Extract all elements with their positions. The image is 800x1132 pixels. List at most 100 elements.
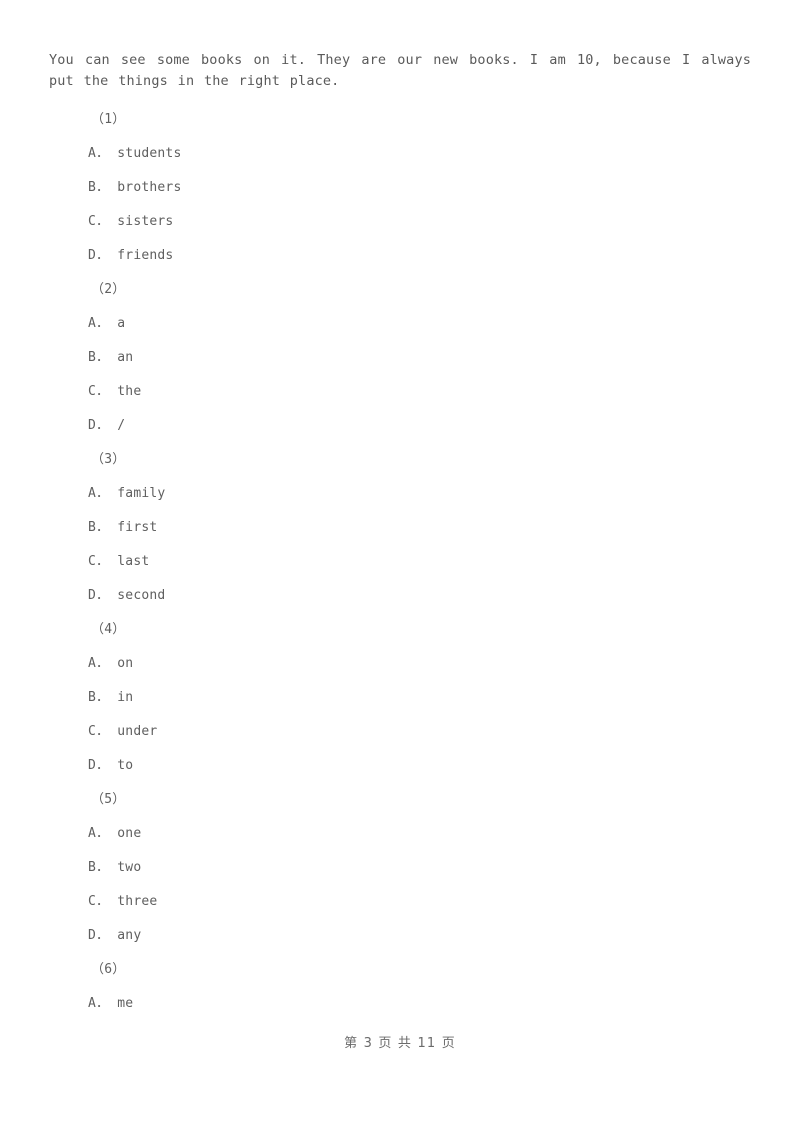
option-letter: B <box>88 350 97 365</box>
option-letter: C <box>88 384 97 399</box>
question-group: （5） A． one B． two C． three D． any <box>49 783 751 953</box>
option-separator: ． <box>96 894 110 909</box>
option-text: first <box>117 520 158 535</box>
option-letter: C <box>88 554 97 569</box>
option-text: the <box>117 384 142 399</box>
option-separator: ． <box>96 350 110 365</box>
option-text: under <box>117 724 158 739</box>
option-text: three <box>117 894 158 909</box>
option-letter: A <box>88 656 97 671</box>
option-letter: A <box>88 486 97 501</box>
option-letter: B <box>88 520 97 535</box>
passage-paragraph: You can see some books on it. They are o… <box>49 52 751 89</box>
option-letter: A <box>88 316 97 331</box>
option-separator: ． <box>96 724 110 739</box>
option-separator: ． <box>96 316 110 331</box>
option-letter: D <box>88 758 97 773</box>
option-row[interactable]: D． any <box>49 919 751 953</box>
option-separator: ． <box>96 520 110 535</box>
document-page: You can see some books on it. They are o… <box>0 0 800 1132</box>
option-letter: D <box>88 928 97 943</box>
page-footer: 第 3 页 共 11 页 <box>344 1036 456 1051</box>
option-row[interactable]: A． students <box>49 137 751 171</box>
option-separator: ． <box>96 826 110 841</box>
option-row[interactable]: D． friends <box>49 239 751 273</box>
question-group: （1） A． students B． brothers C． sisters D． fr… <box>49 103 751 273</box>
option-text: last <box>117 554 150 569</box>
option-text: on <box>117 656 134 671</box>
option-row[interactable]: D． / <box>49 409 751 443</box>
option-text: any <box>117 928 142 943</box>
option-letter: A <box>88 146 97 161</box>
question-group: （4） A． on B． in C． under D． to <box>49 613 751 783</box>
option-letter: C <box>88 214 97 229</box>
option-text: friends <box>117 248 174 263</box>
question-number: （2） <box>91 282 126 297</box>
option-letter: C <box>88 724 97 739</box>
question-number: （3） <box>91 452 126 467</box>
option-row[interactable]: B． two <box>49 851 751 885</box>
option-text: family <box>117 486 166 501</box>
option-text: students <box>117 146 182 161</box>
option-letter: A <box>88 996 97 1011</box>
option-separator: ． <box>96 996 110 1011</box>
option-separator: ． <box>96 928 110 943</box>
option-separator: ． <box>96 758 110 773</box>
option-row[interactable]: C． under <box>49 715 751 749</box>
option-separator: ． <box>96 180 110 195</box>
option-text: a <box>117 316 126 331</box>
option-row[interactable]: C． sisters <box>49 205 751 239</box>
question-number: （1） <box>91 112 126 127</box>
option-text: me <box>117 996 134 1011</box>
question-group: （3） A． family B． first C． last D． second <box>49 443 751 613</box>
option-text: / <box>117 418 126 433</box>
question-group: （6） A． me <box>49 953 751 1021</box>
option-letter: A <box>88 826 97 841</box>
option-separator: ． <box>96 656 110 671</box>
option-row[interactable]: C． three <box>49 885 751 919</box>
option-separator: ． <box>96 588 110 603</box>
option-text: one <box>117 826 142 841</box>
option-letter: D <box>88 248 97 263</box>
option-separator: ． <box>96 384 110 399</box>
option-text: brothers <box>117 180 182 195</box>
option-row[interactable]: B． brothers <box>49 171 751 205</box>
option-separator: ． <box>96 486 110 501</box>
question-number: （4） <box>91 622 126 637</box>
option-letter: B <box>88 690 97 705</box>
option-row[interactable]: B． in <box>49 681 751 715</box>
option-text: two <box>117 860 142 875</box>
question-group: （2） A． a B． an C． the D． / <box>49 273 751 443</box>
option-text: in <box>117 690 134 705</box>
option-row[interactable]: C． last <box>49 545 751 579</box>
option-row[interactable]: A． family <box>49 477 751 511</box>
question-number: （6） <box>91 962 126 977</box>
option-letter: D <box>88 418 97 433</box>
option-separator: ． <box>96 146 110 161</box>
option-separator: ． <box>96 554 110 569</box>
option-row[interactable]: C． the <box>49 375 751 409</box>
option-row[interactable]: A． one <box>49 817 751 851</box>
option-letter: D <box>88 588 97 603</box>
option-text: to <box>117 758 134 773</box>
option-separator: ． <box>96 418 110 433</box>
option-row[interactable]: A． a <box>49 307 751 341</box>
option-row[interactable]: A． me <box>49 987 751 1021</box>
option-row[interactable]: D． second <box>49 579 751 613</box>
option-row[interactable]: D． to <box>49 749 751 783</box>
option-separator: ． <box>96 214 110 229</box>
option-letter: C <box>88 894 97 909</box>
question-number: （5） <box>91 792 126 807</box>
question-list: （1） A． students B． brothers C． sisters D． fr… <box>49 103 751 1021</box>
page-content: You can see some books on it. They are o… <box>49 50 751 1021</box>
option-separator: ． <box>96 248 110 263</box>
option-text: second <box>117 588 166 603</box>
option-separator: ． <box>96 860 110 875</box>
option-row[interactable]: B． first <box>49 511 751 545</box>
option-row[interactable]: A． on <box>49 647 751 681</box>
option-separator: ． <box>96 690 110 705</box>
option-letter: B <box>88 180 97 195</box>
option-letter: B <box>88 860 97 875</box>
option-text: an <box>117 350 134 365</box>
option-row[interactable]: B． an <box>49 341 751 375</box>
